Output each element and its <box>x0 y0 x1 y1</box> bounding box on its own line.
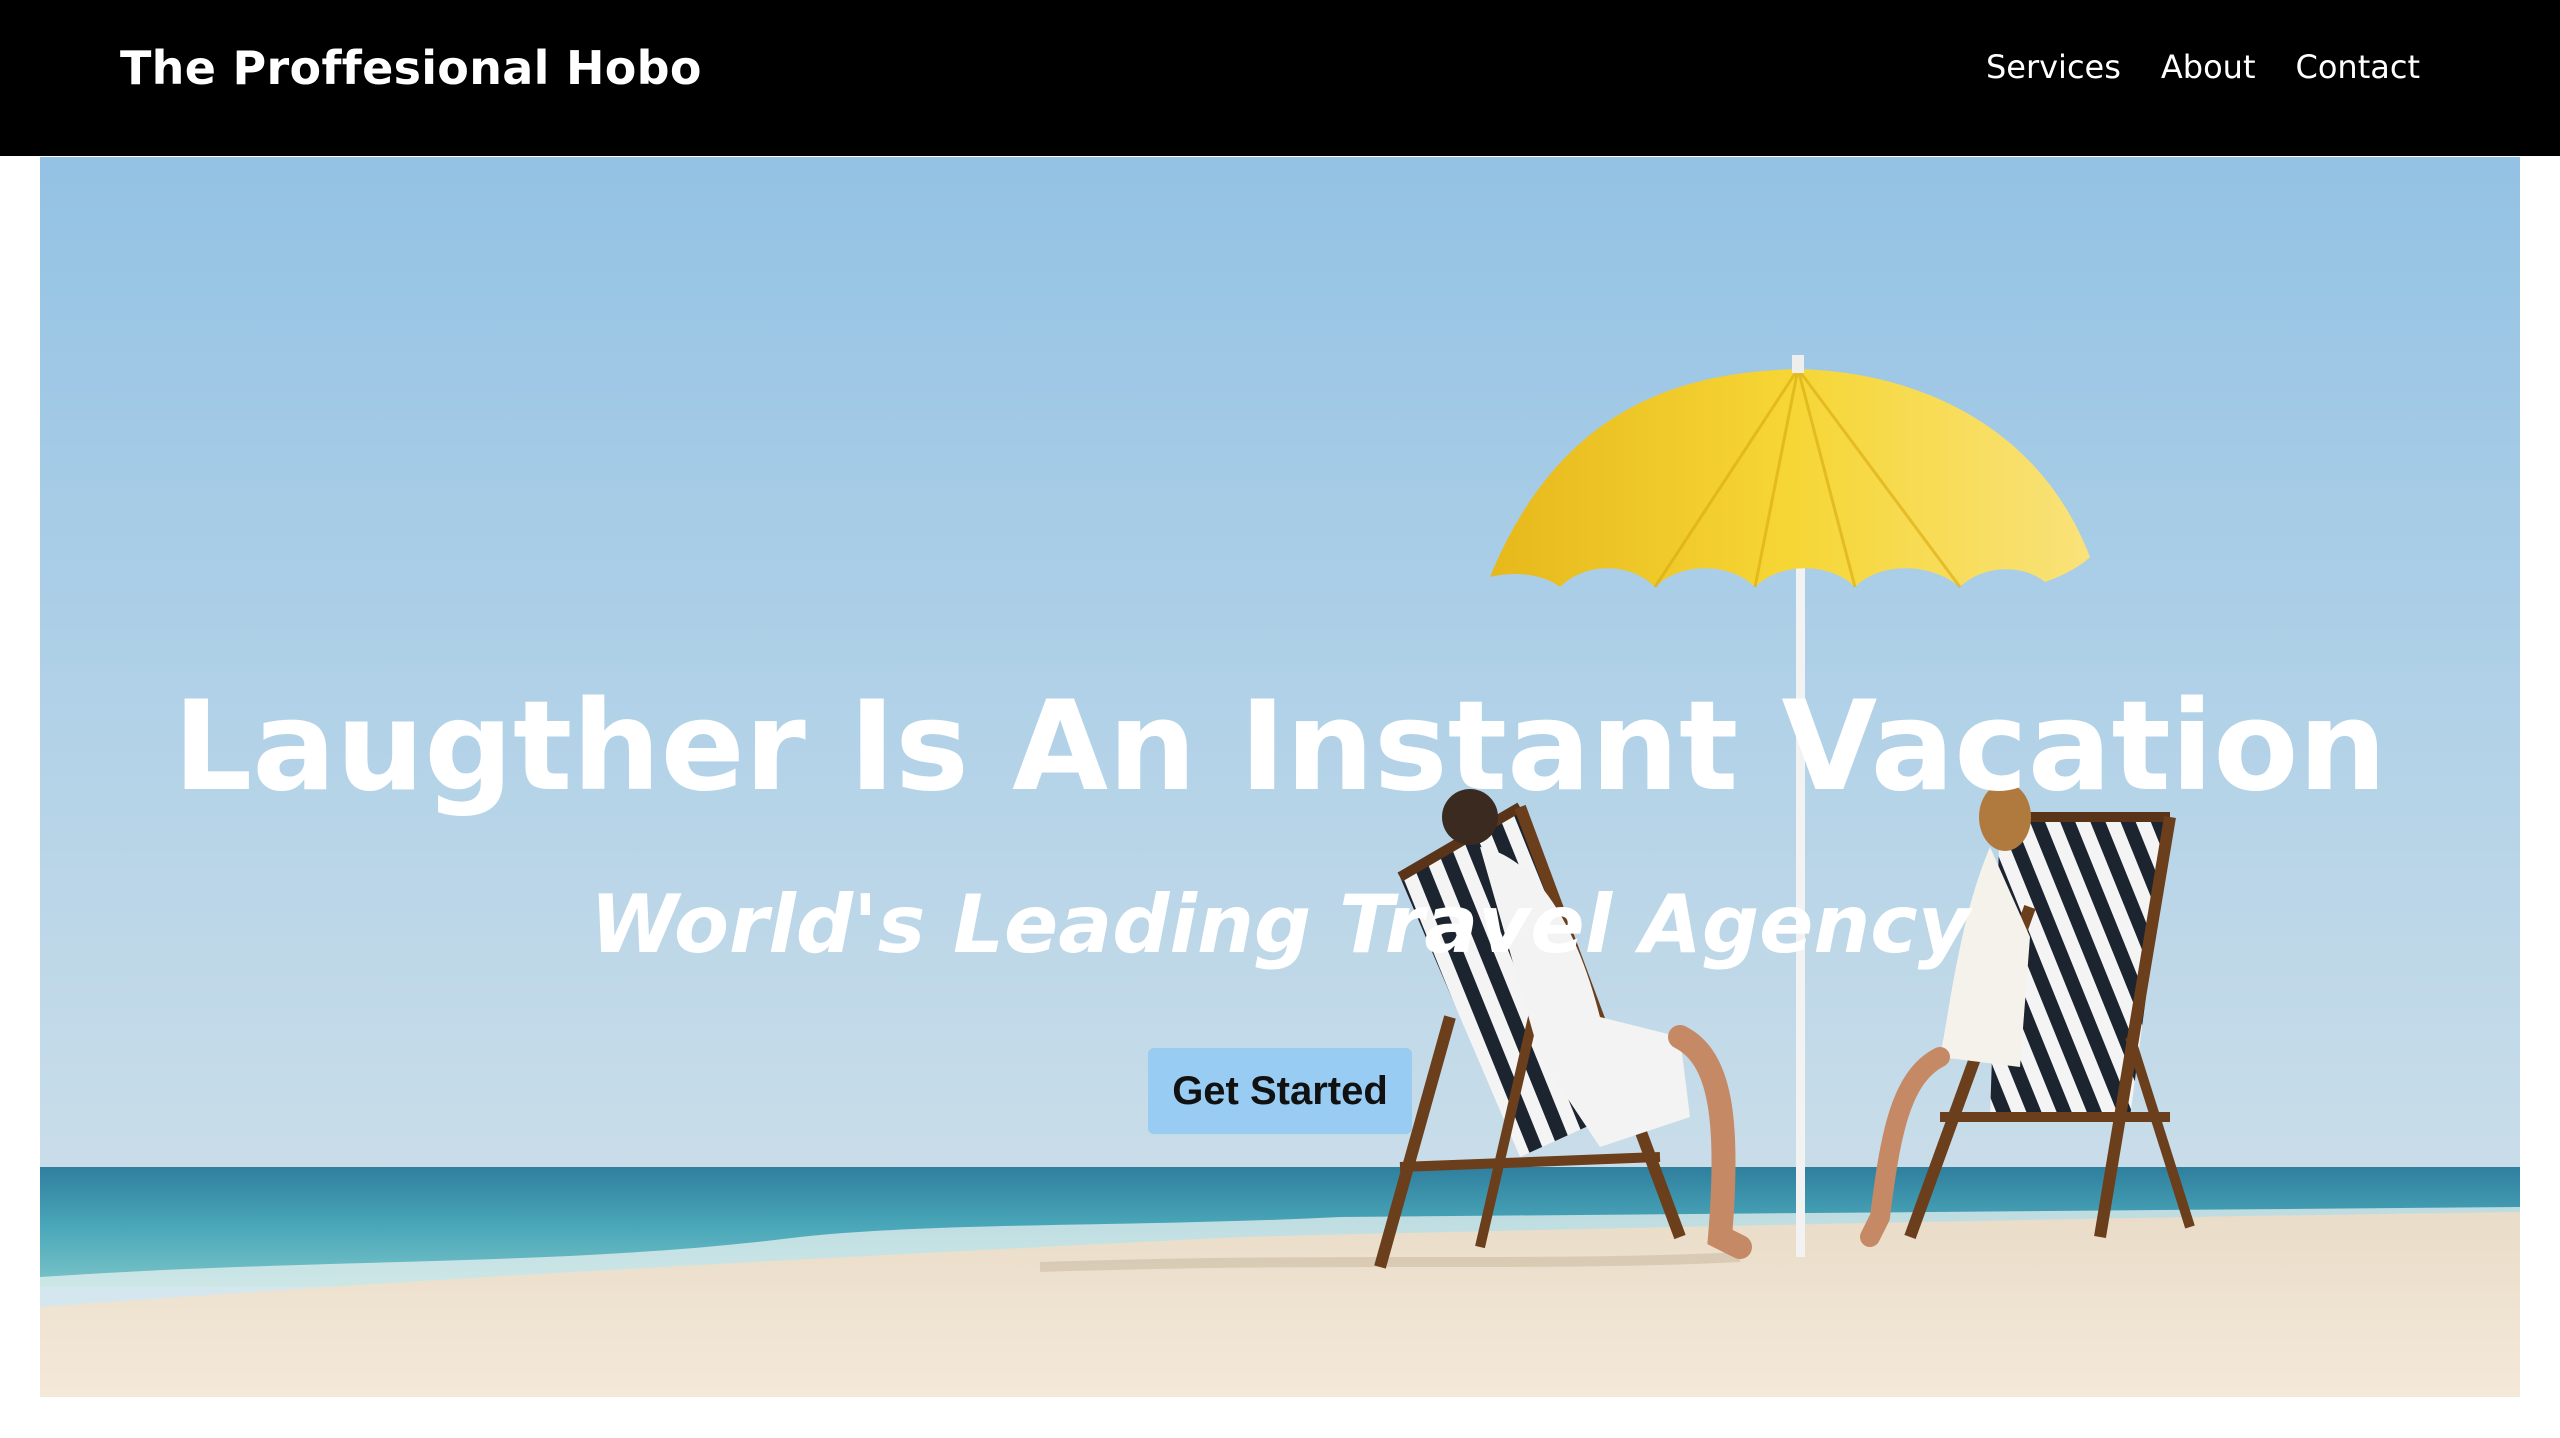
get-started-button[interactable]: Get Started <box>1148 1048 1412 1134</box>
nav-links: Services About Contact <box>1986 47 2420 87</box>
navbar: The Proffesional Hobo Services About Con… <box>0 0 2560 156</box>
nav-link-services[interactable]: Services <box>1986 47 2121 87</box>
nav-link-contact[interactable]: Contact <box>2296 47 2421 87</box>
hero-subtitle: World's Leading Travel Agency <box>590 878 1970 972</box>
hero-title: Laugther Is An Instant Vacation <box>173 675 2387 820</box>
nav-link-about[interactable]: About <box>2161 47 2256 87</box>
brand-logo-text[interactable]: The Proffesional Hobo <box>120 40 702 96</box>
hero-section: Laugther Is An Instant Vacation World's … <box>40 157 2520 1397</box>
